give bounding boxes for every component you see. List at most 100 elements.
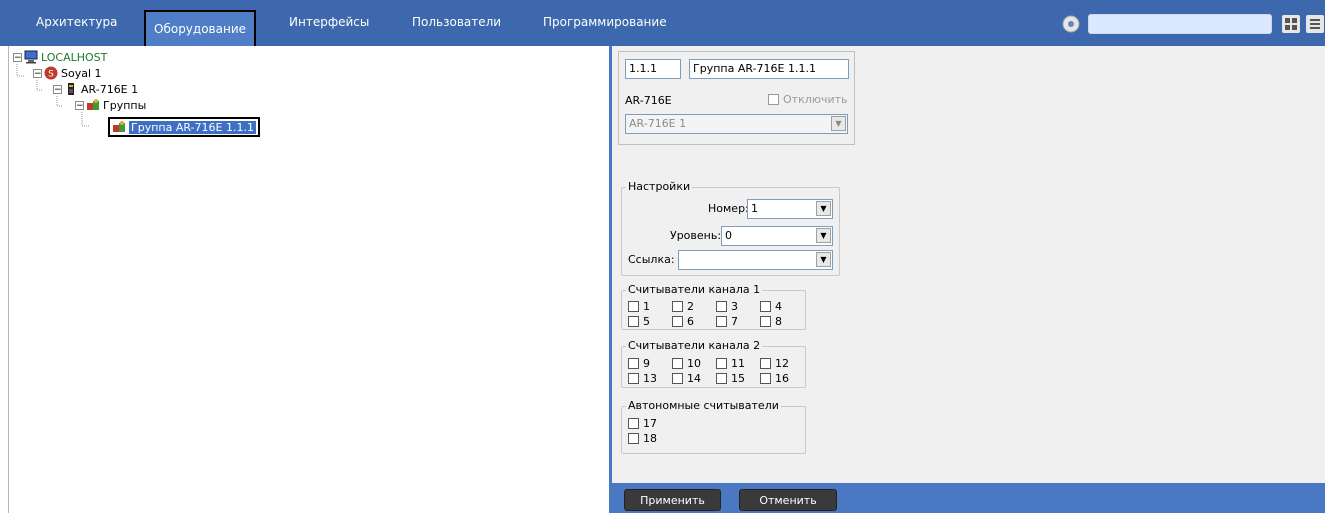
autonomous-title: Автономные считыватели: [626, 399, 781, 412]
parent-device-select[interactable]: AR-716E 1 ▼: [625, 114, 848, 134]
collapse-icon[interactable]: −: [53, 84, 62, 94]
reader-checkbox-1[interactable]: 1: [628, 300, 650, 313]
reader-checkbox-9[interactable]: 9: [628, 357, 650, 370]
tab-interfaces[interactable]: Интерфейсы: [289, 15, 369, 29]
disable-checkbox[interactable]: Отключить: [768, 93, 848, 106]
channel2-title: Считыватели канала 2: [626, 339, 763, 352]
checkbox-box: [628, 418, 639, 429]
menu-icon[interactable]: [1305, 14, 1325, 34]
settings-form: 1.1.1 Группа AR-716E 1.1.1 AR-716E Отклю…: [612, 46, 1325, 483]
level-label: Уровень:: [670, 229, 722, 242]
apply-button[interactable]: Применить: [624, 489, 721, 511]
reader-checkbox-7[interactable]: 7: [716, 315, 738, 328]
tree-label-groups: Группы: [103, 98, 147, 112]
tree-node-soyal[interactable]: − S Soyal 1: [33, 66, 102, 80]
checkbox-box: [760, 301, 771, 312]
reader-label: 10: [687, 357, 701, 370]
link-label: Ссылка:: [628, 253, 675, 266]
dropdown-arrow-icon: ▼: [816, 228, 831, 243]
checkbox-box: [628, 433, 639, 444]
reader-checkbox-10[interactable]: 10: [672, 357, 701, 370]
level-select[interactable]: 0 ▼: [721, 226, 833, 246]
checkbox-box: [760, 373, 771, 384]
reader-label: 4: [775, 300, 782, 313]
tree-node-groups[interactable]: − Группы: [75, 98, 146, 112]
reader-checkbox-15[interactable]: 15: [716, 372, 745, 385]
reader-checkbox-13[interactable]: 13: [628, 372, 657, 385]
reader-checkbox-11[interactable]: 11: [716, 357, 745, 370]
group-icon: [112, 120, 126, 134]
checkbox-box: [716, 358, 727, 369]
reader-checkbox-2[interactable]: 2: [672, 300, 694, 313]
link-select[interactable]: ▼: [678, 250, 833, 270]
reader-label: 11: [731, 357, 745, 370]
checkbox-box: [628, 358, 639, 369]
checkbox-box: [628, 373, 639, 384]
reader-checkbox-14[interactable]: 14: [672, 372, 701, 385]
settings-gear-icon[interactable]: [1061, 14, 1081, 34]
object-header-block: 1.1.1 Группа AR-716E 1.1.1 AR-716E Отклю…: [618, 51, 855, 145]
checkbox-box: [716, 316, 727, 327]
object-name-field[interactable]: Группа AR-716E 1.1.1: [689, 59, 849, 79]
reader-label: 14: [687, 372, 701, 385]
number-select[interactable]: 1 ▼: [747, 199, 833, 219]
checkbox-box: [672, 301, 683, 312]
reader-checkbox-4[interactable]: 4: [760, 300, 782, 313]
number-value: 1: [751, 202, 758, 215]
collapse-icon[interactable]: −: [75, 100, 84, 110]
channel1-readers-group: Считыватели канала 1 1 2 3 4 5 6 7 8: [621, 283, 806, 330]
reader-label: 1: [643, 300, 650, 313]
tab-programming[interactable]: Программирование: [543, 15, 667, 29]
reader-label: 5: [643, 315, 650, 328]
checkbox-box: [672, 316, 683, 327]
groups-folder-icon: [86, 98, 100, 112]
checkbox-box: [716, 373, 727, 384]
tab-architecture[interactable]: Архитектура: [36, 15, 117, 29]
reader-label: 18: [643, 432, 657, 445]
channel2-readers-group: Считыватели канала 2 9 10 11 12 13 14 15…: [621, 339, 806, 388]
grid-view-icon[interactable]: [1281, 14, 1301, 34]
checkbox-box: [768, 94, 779, 105]
checkbox-box: [672, 373, 683, 384]
reader-checkbox-8[interactable]: 8: [760, 315, 782, 328]
settings-group: Настройки Номер: 1 ▼ Уровень: 0 ▼ Ссылка…: [621, 180, 840, 276]
settings-group-title: Настройки: [626, 180, 693, 193]
tree-label-soyal: Soyal 1: [61, 66, 102, 80]
reader-label: 9: [643, 357, 650, 370]
tree-label-selected-group: Группа AR-716E 1.1.1: [129, 120, 256, 134]
tree-node-localhost[interactable]: − LOCALHOST: [13, 50, 107, 64]
controller-icon: S: [44, 66, 58, 80]
reader-checkbox-17[interactable]: 17: [628, 417, 657, 430]
tab-equipment[interactable]: Оборудование: [144, 10, 256, 46]
cancel-button[interactable]: Отменить: [739, 489, 837, 511]
reader-label: 8: [775, 315, 782, 328]
reader-checkbox-6[interactable]: 6: [672, 315, 694, 328]
reader-checkbox-5[interactable]: 5: [628, 315, 650, 328]
reader-checkbox-3[interactable]: 3: [716, 300, 738, 313]
reader-label: 7: [731, 315, 738, 328]
device-type-label: AR-716E: [625, 94, 672, 107]
reader-checkbox-18[interactable]: 18: [628, 432, 657, 445]
collapse-icon[interactable]: −: [13, 52, 22, 62]
checkbox-box: [628, 316, 639, 327]
object-id-field[interactable]: 1.1.1: [625, 59, 681, 79]
tree-node-selected-group[interactable]: Группа AR-716E 1.1.1: [108, 117, 260, 137]
parent-device-value: AR-716E 1: [629, 117, 687, 130]
tab-users[interactable]: Пользователи: [412, 15, 501, 29]
dropdown-arrow-icon: ▼: [831, 116, 846, 131]
reader-label: 17: [643, 417, 657, 430]
settings-panel: 1.1.1 Группа AR-716E 1.1.1 AR-716E Отклю…: [609, 46, 1325, 513]
dropdown-arrow-icon: ▼: [816, 252, 831, 267]
autonomous-readers-group: Автономные считыватели 17 18: [621, 399, 806, 454]
search-input[interactable]: [1088, 14, 1272, 34]
reader-label: 6: [687, 315, 694, 328]
dropdown-arrow-icon: ▼: [816, 201, 831, 216]
level-value: 0: [725, 229, 732, 242]
reader-label: 12: [775, 357, 789, 370]
checkbox-box: [672, 358, 683, 369]
tree-node-ar716e[interactable]: − AR-716E 1: [53, 82, 138, 96]
reader-checkbox-16[interactable]: 16: [760, 372, 789, 385]
reader-checkbox-12[interactable]: 12: [760, 357, 789, 370]
channel1-title: Считыватели канала 1: [626, 283, 763, 296]
collapse-icon[interactable]: −: [33, 68, 42, 78]
